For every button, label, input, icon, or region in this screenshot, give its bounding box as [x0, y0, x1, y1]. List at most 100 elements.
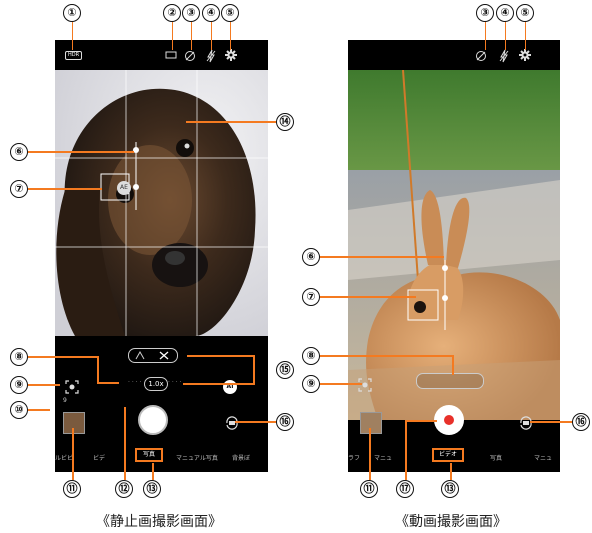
- leader-line: [253, 355, 255, 385]
- callout-16: ⑯: [572, 413, 590, 431]
- close-icon[interactable]: [159, 351, 169, 360]
- leader-line: [235, 421, 277, 423]
- mode-item[interactable]: ラフ: [348, 453, 360, 462]
- callout-5: ⑤: [221, 4, 239, 22]
- callout-13: ⑬: [441, 480, 459, 498]
- leader-line: [97, 382, 119, 384]
- still-capture-screen: HDR AE · · · · 1.0x · · · · AI 9 ルビビ ビデ …: [55, 40, 268, 472]
- callout-8: ⑧: [302, 347, 320, 365]
- zoom-value[interactable]: 1.0x: [144, 377, 168, 391]
- callout-6: ⑥: [10, 143, 28, 161]
- callout-11: ⑪: [63, 480, 81, 498]
- leader-line: [485, 21, 486, 50]
- callout-16: ⑯: [276, 413, 294, 431]
- leader-line: [405, 420, 407, 480]
- callout-1: ①: [63, 4, 81, 22]
- scan-icon[interactable]: [65, 380, 79, 394]
- mode-item-selected[interactable]: 写真: [135, 448, 163, 462]
- callout-7: ⑦: [10, 180, 28, 198]
- gear-icon[interactable]: [225, 49, 237, 61]
- callout-9: ⑨: [302, 375, 320, 393]
- shutter-button[interactable]: [138, 405, 168, 435]
- flash-off-icon[interactable]: [206, 49, 216, 63]
- leader-line: [152, 463, 154, 480]
- thumbnail[interactable]: [63, 412, 85, 434]
- switch-camera-icon[interactable]: [518, 416, 534, 430]
- mode-item[interactable]: 背景ぼ: [232, 453, 250, 462]
- callout-3: ③: [476, 4, 494, 22]
- leader-line: [450, 463, 452, 480]
- leader-line: [320, 256, 444, 258]
- callout-6: ⑥: [302, 248, 320, 266]
- thumbnail[interactable]: [360, 412, 382, 434]
- leader-line: [191, 21, 192, 50]
- callout-13: ⑬: [143, 480, 161, 498]
- mode-item[interactable]: ルビビ: [55, 453, 73, 462]
- leader-line: [405, 420, 437, 422]
- viewfinder[interactable]: [55, 70, 268, 336]
- mode-item[interactable]: マニュ: [374, 453, 392, 462]
- callout-4: ④: [496, 4, 514, 22]
- leader-line: [230, 21, 231, 50]
- aspect-ratio-icon[interactable]: [165, 50, 177, 60]
- mode-item[interactable]: ビデ: [93, 453, 105, 462]
- leader-line: [211, 21, 212, 50]
- leader-line: [186, 121, 276, 123]
- leader-line: [28, 188, 102, 190]
- callout-4: ④: [202, 4, 220, 22]
- caption-still: 《静止画撮影画面》: [96, 514, 222, 530]
- leader-line: [124, 407, 126, 480]
- mode-item-selected[interactable]: ビデオ: [432, 448, 464, 462]
- caption-video: 《動画撮影画面》: [395, 514, 507, 530]
- callout-7: ⑦: [302, 288, 320, 306]
- leader-line: [28, 356, 98, 358]
- leader-line: [28, 151, 134, 153]
- callout-2: ②: [163, 4, 181, 22]
- leader-line: [530, 421, 574, 423]
- leader-line: [505, 21, 506, 50]
- gear-icon[interactable]: [519, 49, 531, 61]
- leader-line: [172, 21, 173, 50]
- callout-9: ⑨: [10, 376, 28, 394]
- leader-line: [525, 21, 526, 50]
- mode-item[interactable]: マニュ: [534, 453, 552, 462]
- record-dot: [444, 415, 454, 425]
- mode-item[interactable]: 写真: [490, 453, 502, 462]
- counter-text: 9: [63, 397, 67, 404]
- mode-item[interactable]: マニュアル写真: [176, 453, 218, 462]
- zoom-control[interactable]: [416, 373, 484, 389]
- hdr-icon[interactable]: HDR: [65, 51, 83, 60]
- macro-icon: [135, 351, 145, 360]
- flash-off-icon[interactable]: [499, 49, 509, 63]
- callout-10: ⑩: [10, 401, 28, 419]
- ae-lock-badge[interactable]: AE: [117, 181, 131, 195]
- zoom-control[interactable]: · · · · 1.0x · · · ·: [124, 376, 186, 392]
- leader-line: [183, 383, 255, 385]
- record-button[interactable]: [434, 405, 464, 435]
- timer-off-icon[interactable]: [475, 50, 487, 62]
- viewfinder[interactable]: [348, 70, 560, 420]
- leader-line: [452, 355, 454, 375]
- callout-17: ⑰: [396, 480, 414, 498]
- switch-camera-icon[interactable]: [224, 416, 240, 430]
- leader-line: [369, 428, 371, 480]
- leader-line: [28, 409, 50, 411]
- leader-line: [320, 383, 362, 385]
- callout-5: ⑤: [516, 4, 534, 22]
- callout-11: ⑪: [360, 480, 378, 498]
- leader-line: [187, 355, 255, 357]
- lens-selector[interactable]: [128, 348, 178, 363]
- callout-3: ③: [182, 4, 200, 22]
- callout-8: ⑧: [10, 348, 28, 366]
- leader-line: [28, 384, 60, 386]
- callout-12: ⑫: [115, 480, 133, 498]
- leader-line: [320, 296, 416, 298]
- callout-15: ⑮: [276, 361, 294, 379]
- callout-14: ⑭: [276, 113, 294, 131]
- timer-off-icon[interactable]: [184, 50, 196, 62]
- leader-line: [320, 355, 453, 357]
- leader-line: [72, 428, 74, 480]
- leader-line: [72, 21, 73, 50]
- leader-line: [97, 356, 99, 384]
- scan-icon[interactable]: [358, 378, 372, 392]
